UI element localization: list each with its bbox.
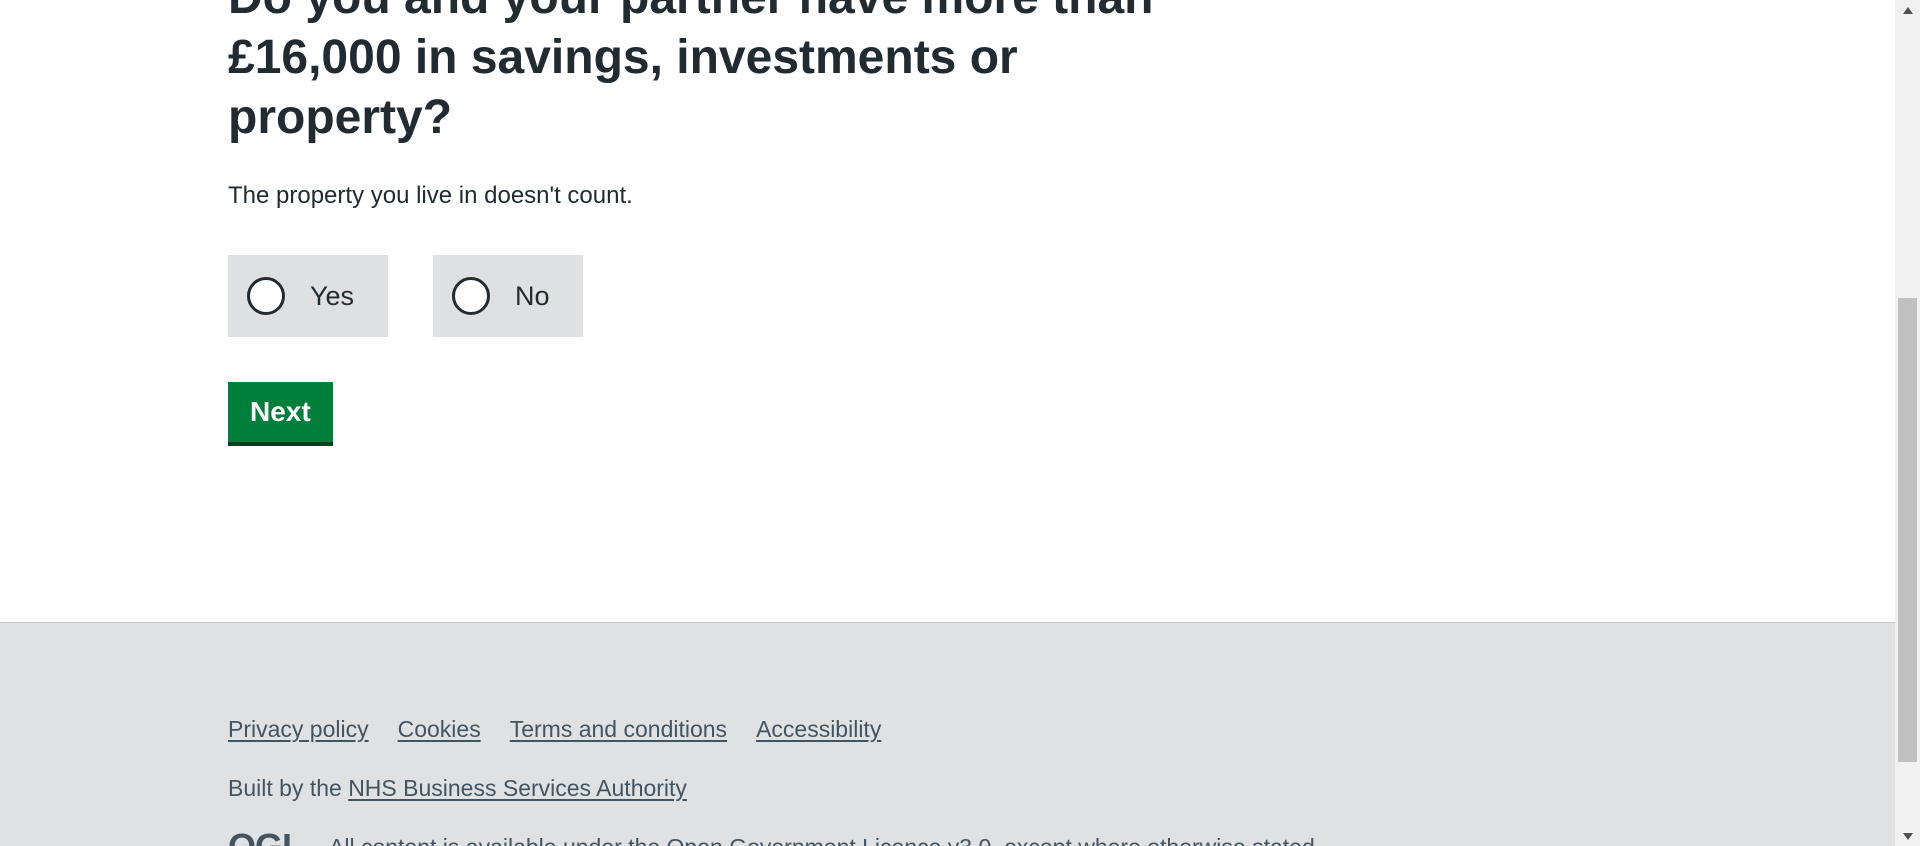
scroll-down-button[interactable]	[1895, 826, 1920, 846]
scroll-up-button[interactable]	[1895, 0, 1920, 20]
triangle-up-icon	[1902, 6, 1913, 14]
radio-option-no[interactable]: No	[433, 255, 583, 337]
vertical-scrollbar[interactable]	[1895, 0, 1920, 846]
built-by-prefix: Built by the	[228, 775, 349, 801]
radio-label-yes: Yes	[310, 280, 355, 311]
nhsbsa-link[interactable]: NHS Business Services Authority	[348, 775, 687, 801]
footer-links: Privacy policy Cookies Terms and conditi…	[228, 716, 881, 743]
licence-text: All content is available under the Open …	[329, 834, 1315, 846]
scrollbar-thumb[interactable]	[1898, 298, 1917, 762]
question-heading: Do you and your partner have more than £…	[228, 0, 1154, 144]
radio-circle-icon[interactable]	[452, 277, 490, 315]
ogl-logo: OGL	[228, 829, 304, 846]
footer-link-terms-and-conditions[interactable]: Terms and conditions	[510, 716, 727, 743]
main-content: Do you and your partner have more than £…	[228, 0, 1188, 442]
radio-group: Yes No	[228, 255, 583, 337]
footer-link-accessibility[interactable]: Accessibility	[756, 716, 881, 743]
built-by-text: Built by the NHS Business Services Autho…	[228, 775, 687, 802]
footer-link-privacy-policy[interactable]: Privacy policy	[228, 716, 369, 743]
radio-option-yes[interactable]: Yes	[228, 255, 388, 337]
triangle-down-icon	[1902, 832, 1913, 840]
radio-circle-icon[interactable]	[247, 277, 285, 315]
radio-label-no: No	[515, 280, 550, 311]
next-button[interactable]: Next	[228, 382, 333, 442]
footer-link-cookies[interactable]: Cookies	[398, 716, 481, 743]
page-viewport: Do you and your partner have more than £…	[0, 0, 1895, 846]
licence-row: OGL All content is available under the O…	[228, 829, 1315, 846]
question-hint: The property you live in doesn't count.	[228, 182, 633, 209]
footer: Privacy policy Cookies Terms and conditi…	[0, 622, 1895, 846]
